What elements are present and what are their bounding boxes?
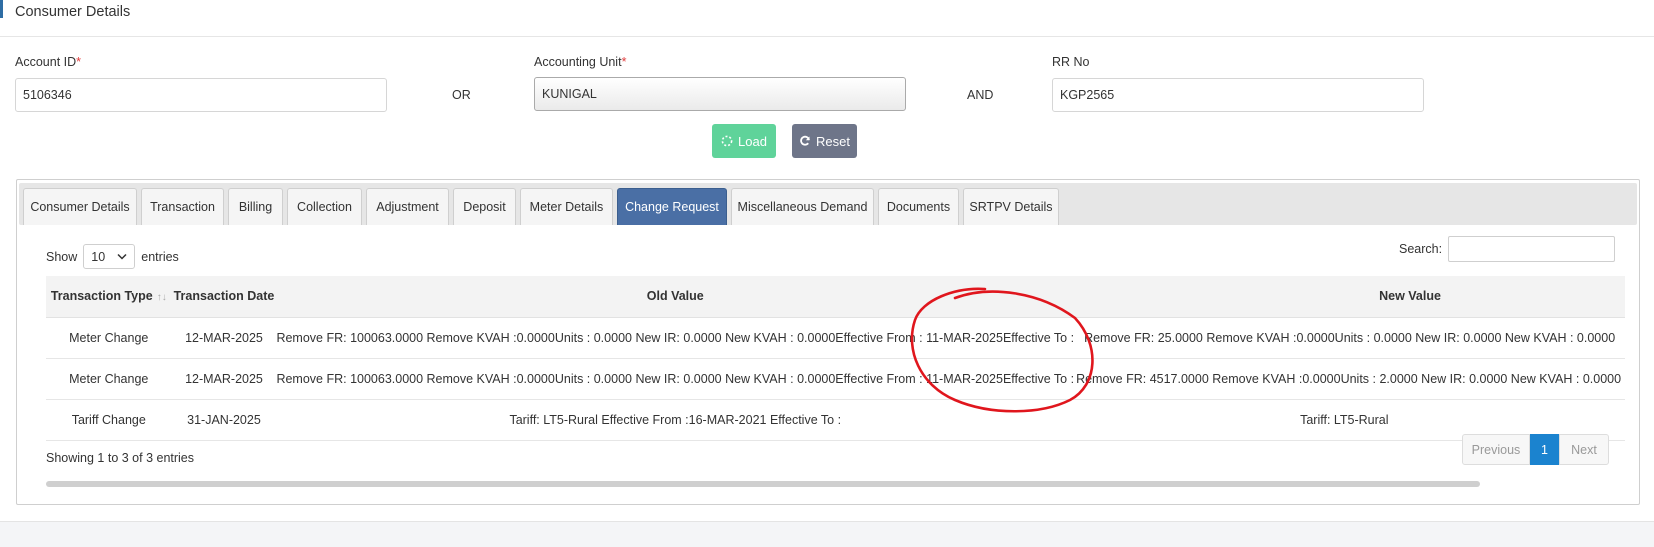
annotation-circle [910, 287, 1094, 413]
annotation-circle-overlay [910, 287, 1094, 413]
